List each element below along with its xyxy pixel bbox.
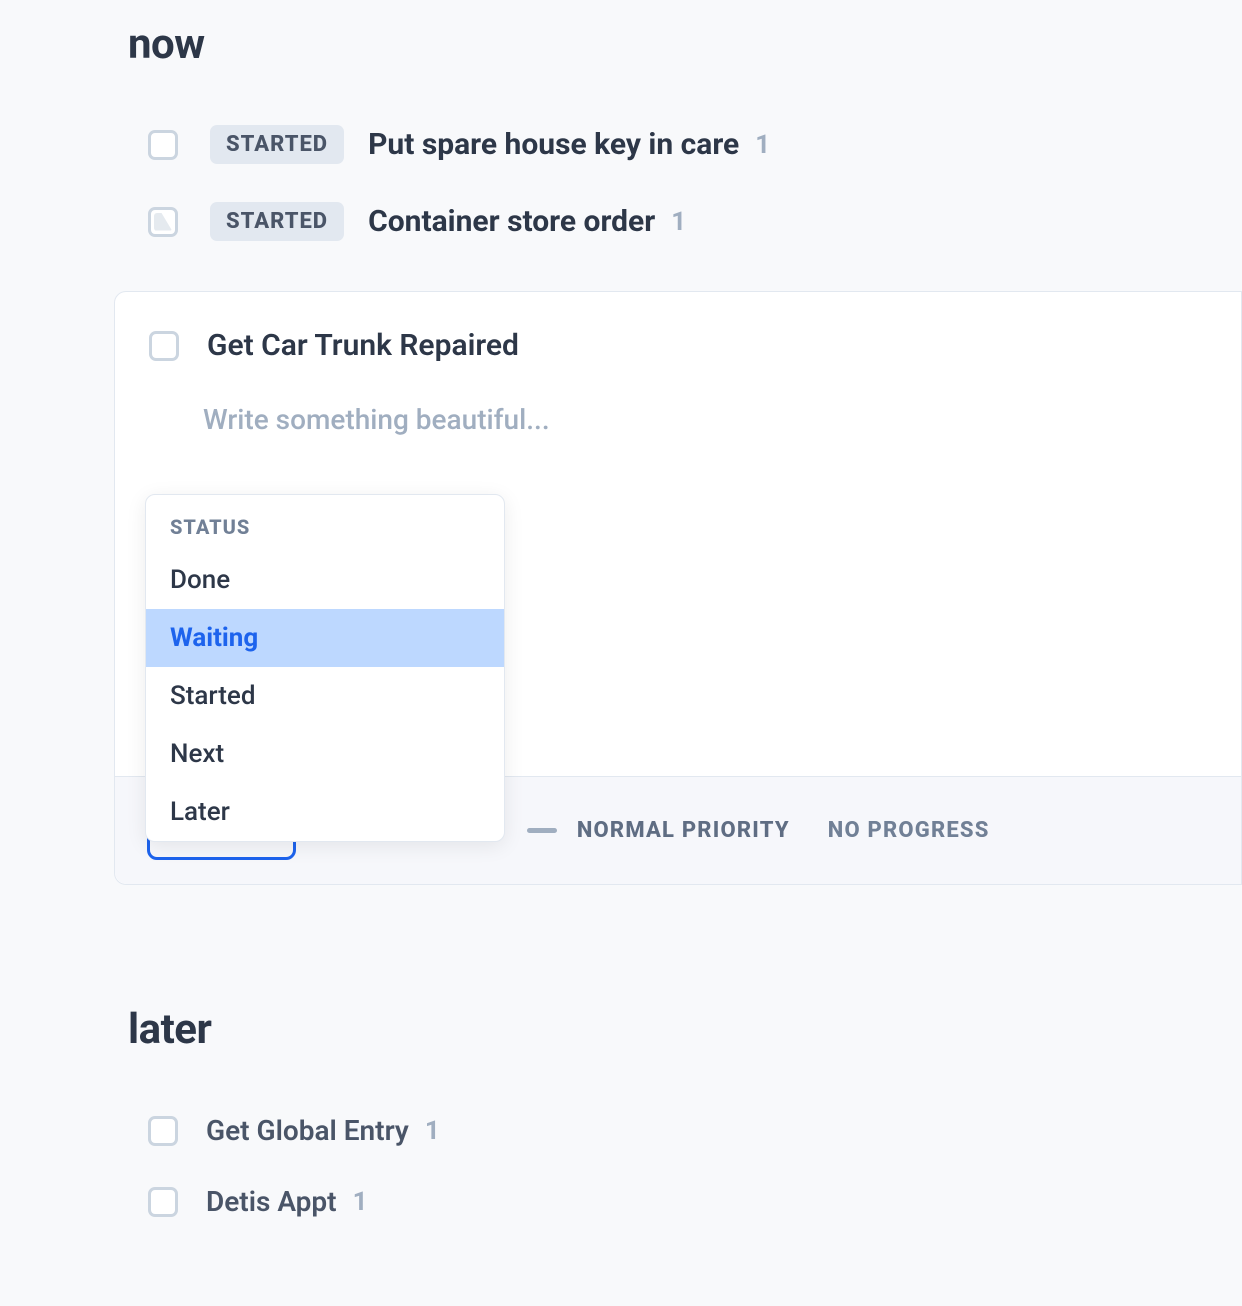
status-dropdown: STATUS Done Waiting Started Next Later [145,494,505,842]
section-heading-now: now [128,20,1242,69]
card-task-title: Get Car Trunk Repaired [207,328,519,363]
checkbox[interactable] [149,331,179,361]
task-title: Detis Appt [206,1185,337,1218]
task-card: Get Car Trunk Repaired Write something b… [114,291,1242,885]
task-count: 1 [671,207,686,237]
task-title: Container store order [368,204,655,239]
checkbox[interactable] [148,207,178,237]
progress-chip[interactable]: NO PROGRESS [828,818,990,843]
task-row[interactable]: Detis Appt 1 [148,1185,1242,1218]
task-row[interactable]: Get Global Entry 1 [148,1114,1242,1147]
checkbox[interactable] [148,1187,178,1217]
checkbox[interactable] [148,130,178,160]
dropdown-item-next[interactable]: Next [146,725,504,783]
card-body[interactable]: Write something beautiful... [115,363,1241,436]
task-row[interactable]: STARTED Put spare house key in care 1 [148,125,1242,164]
task-count: 1 [755,130,770,160]
task-title: Put spare house key in care [368,127,739,162]
task-row[interactable]: STARTED Container store order 1 [148,202,1242,241]
task-count: 1 [353,1187,368,1217]
task-count: 1 [425,1116,440,1146]
dropdown-header: STATUS [146,495,504,551]
card-header: Get Car Trunk Repaired [115,292,1241,363]
checkbox[interactable] [148,1116,178,1146]
task-title: Get Global Entry [206,1114,409,1147]
dropdown-item-done[interactable]: Done [146,551,504,609]
dropdown-item-later[interactable]: Later [146,783,504,841]
dropdown-item-started[interactable]: Started [146,667,504,725]
status-badge: STARTED [210,202,344,241]
section-heading-later: later [128,1005,1242,1054]
note-placeholder: Write something beautiful... [203,403,550,436]
dash-icon [527,828,557,833]
priority-chip[interactable]: NORMAL PRIORITY [527,818,790,843]
dropdown-item-waiting[interactable]: Waiting [146,609,504,667]
priority-label: NORMAL PRIORITY [577,818,790,843]
status-badge: STARTED [210,125,344,164]
